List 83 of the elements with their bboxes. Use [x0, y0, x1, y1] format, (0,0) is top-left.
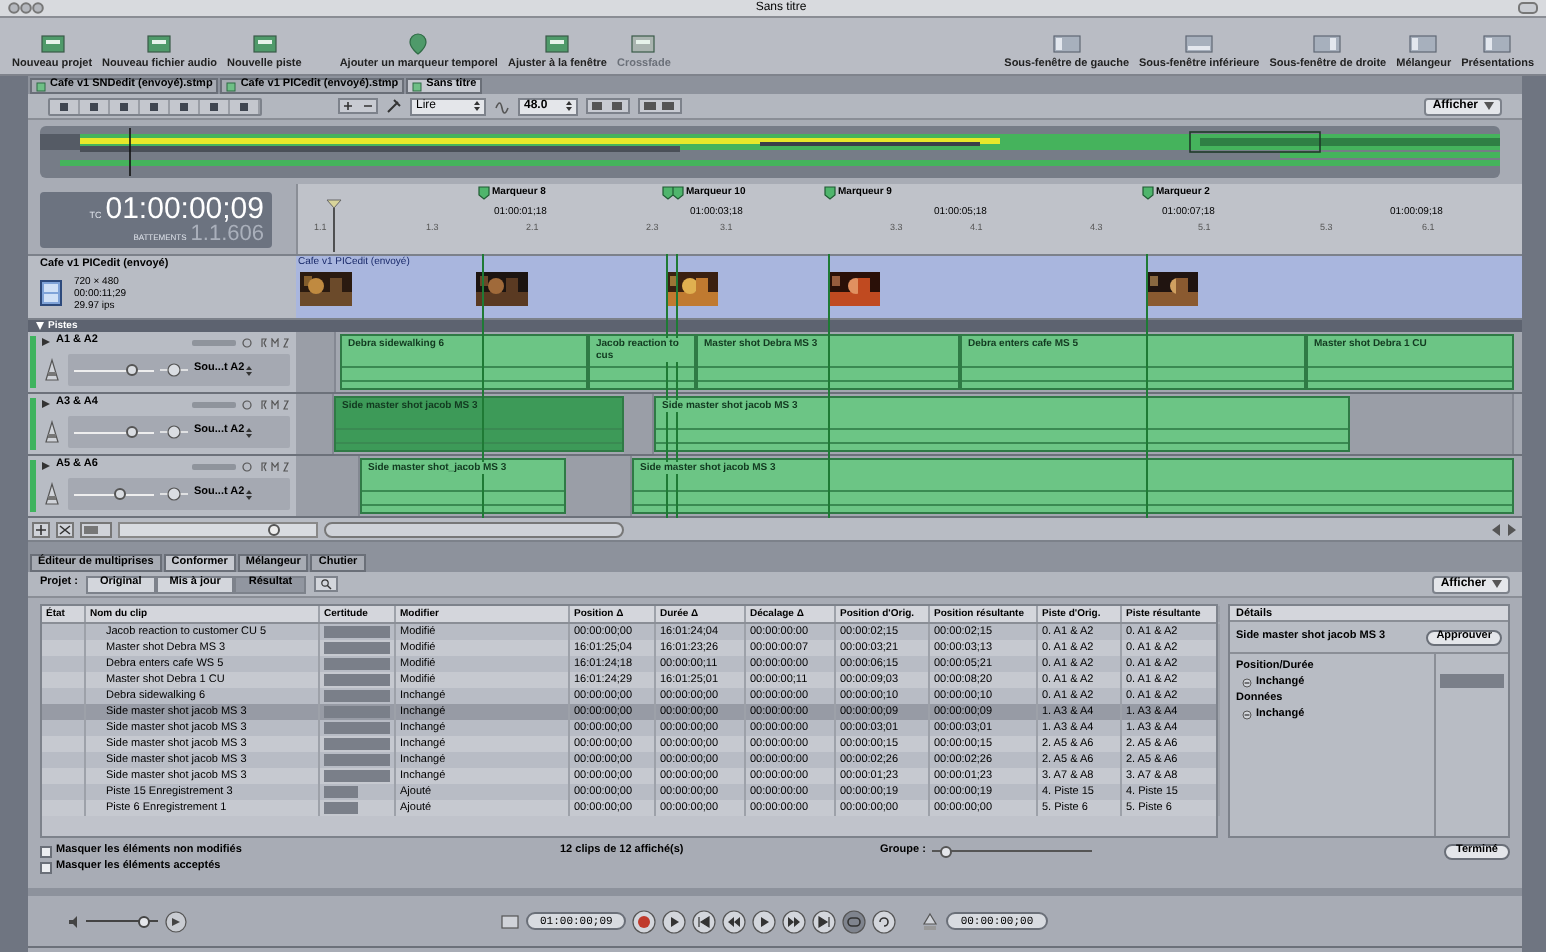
- rms-buttons-icon[interactable]: [258, 461, 290, 471]
- bottom-pane-icon: [1184, 31, 1215, 55]
- right-pane-icon: [1312, 31, 1343, 55]
- tool-palette[interactable]: [48, 97, 262, 115]
- zoom-buttons-icon[interactable]: [338, 98, 378, 114]
- stepper-icon: [246, 365, 253, 375]
- document-icon: [36, 81, 46, 91]
- wave-icon: [494, 98, 510, 114]
- dropdown-arrow-icon: [1484, 102, 1494, 110]
- rms-buttons-icon[interactable]: [258, 337, 290, 347]
- audio-file-icon: [144, 31, 175, 55]
- record-icon[interactable]: [242, 461, 252, 471]
- timeline-overview[interactable]: [40, 126, 1500, 178]
- volume-slider[interactable]: [74, 362, 154, 378]
- loop-button[interactable]: [872, 909, 897, 933]
- toolbar-toggle-icon[interactable]: [1517, 2, 1538, 14]
- scroll-arrows-icon[interactable]: [1490, 521, 1518, 537]
- rewind-button[interactable]: [722, 909, 747, 933]
- crossfade-icon: [628, 31, 659, 55]
- stepper-icon: [246, 489, 253, 499]
- fast-forward-button[interactable]: [782, 909, 807, 933]
- track-icon: [42, 482, 62, 506]
- volume-slider[interactable]: [86, 914, 158, 928]
- metronome-icon[interactable]: [920, 911, 941, 931]
- output-icon[interactable]: [164, 909, 188, 933]
- zoom-slider[interactable]: [118, 521, 318, 537]
- volume-slider[interactable]: [74, 424, 154, 440]
- speaker-icon: [68, 913, 80, 929]
- collapse-icon[interactable]: [1242, 710, 1252, 720]
- add-track-icon[interactable]: [32, 521, 50, 537]
- pan-knob[interactable]: [160, 422, 188, 442]
- rms-buttons-icon[interactable]: [258, 399, 290, 409]
- pan-knob[interactable]: [160, 484, 188, 504]
- marker-flag-icon[interactable]: [662, 186, 684, 200]
- pan-knob[interactable]: [160, 360, 188, 380]
- level-meter: [192, 401, 236, 407]
- marker-flag-icon[interactable]: [1142, 186, 1154, 200]
- left-pane-icon: [1051, 31, 1082, 55]
- level-meter: [192, 463, 236, 469]
- track-icon: [42, 358, 62, 382]
- go-to-end-button[interactable]: [812, 909, 837, 933]
- fit-window-icon: [542, 31, 573, 55]
- play-button[interactable]: [662, 909, 687, 933]
- details-swatch: [1440, 674, 1504, 688]
- track-icon: [42, 420, 62, 444]
- horizontal-scrollbar[interactable]: [324, 521, 624, 537]
- track-size-icon[interactable]: [80, 521, 112, 537]
- document-icon: [412, 81, 423, 91]
- dropdown-arrow-icon: [1492, 580, 1502, 588]
- snap-buttons-icon[interactable]: [586, 98, 630, 114]
- group-slider[interactable]: [931, 844, 1092, 858]
- checkbox[interactable]: [40, 845, 52, 857]
- track-icon: [249, 31, 280, 55]
- document-icon: [226, 81, 237, 91]
- layouts-icon: [1482, 31, 1513, 55]
- go-to-start-button[interactable]: [692, 909, 717, 933]
- stepper-icon: [566, 100, 572, 112]
- project-icon: [37, 31, 68, 55]
- record-button[interactable]: [632, 909, 657, 933]
- timecode-value: 01:00:00;09: [105, 193, 264, 223]
- stepper-icon: [246, 427, 253, 437]
- playhead-icon[interactable]: [326, 196, 342, 252]
- stepper-icon: [474, 100, 480, 112]
- beats-value: 1.1.606: [190, 223, 264, 245]
- marker-flag-icon[interactable]: [824, 186, 836, 200]
- record-icon[interactable]: [242, 399, 252, 409]
- disclosure-icon[interactable]: [42, 400, 50, 408]
- film-icon: [40, 280, 62, 306]
- cycle-button[interactable]: [842, 909, 867, 933]
- checkbox[interactable]: [40, 861, 52, 873]
- marker-flag-icon[interactable]: [478, 186, 490, 200]
- timecode-mode-icon[interactable]: [500, 911, 520, 931]
- window-buttons-icon[interactable]: [8, 2, 44, 14]
- mixer-icon: [1408, 31, 1439, 55]
- play-button[interactable]: [752, 909, 777, 933]
- view-buttons-icon[interactable]: [638, 98, 682, 114]
- record-icon[interactable]: [242, 337, 252, 347]
- search-icon[interactable]: [314, 576, 339, 592]
- collapse-icon[interactable]: [1242, 678, 1252, 688]
- disclosure-icon[interactable]: [42, 462, 50, 470]
- level-meter: [192, 339, 236, 345]
- close-icon[interactable]: [56, 521, 74, 537]
- volume-slider[interactable]: [74, 486, 154, 502]
